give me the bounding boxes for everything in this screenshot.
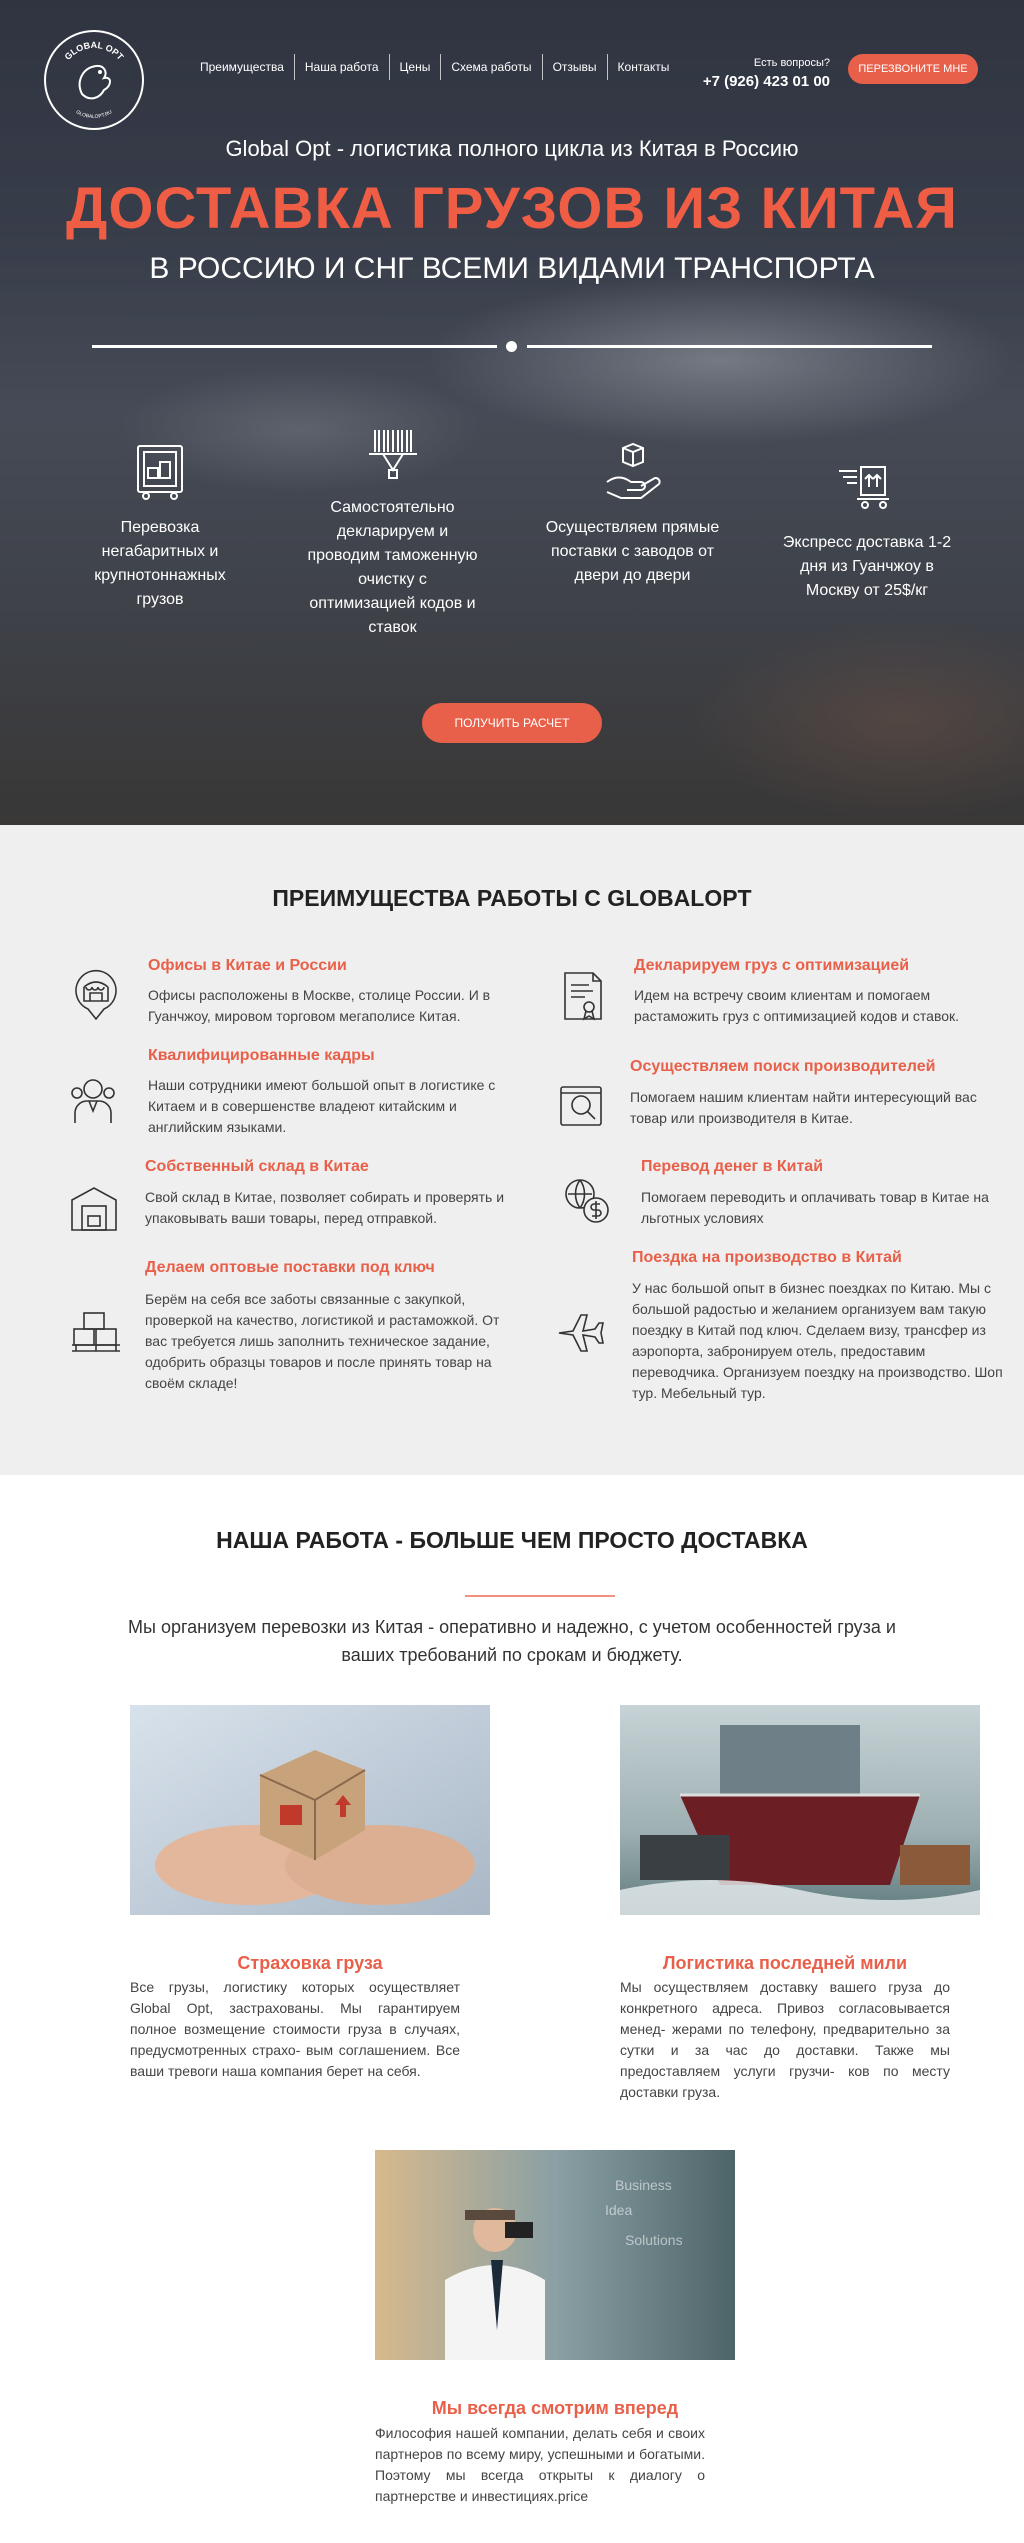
hero-feature-1: Перевозка негабаритных и крупнотоннажных… (80, 440, 240, 612)
hero-feature-4: Экспресс доставка 1-2 дня из Гуанчжоу в … (782, 455, 952, 603)
svg-text:GLOBAL OPT: GLOBAL OPT (63, 40, 126, 62)
our-work-lead: Мы организуем перевозки из Китая - опера… (128, 1617, 896, 1665)
card-last-mile-text: Мы осуществляем доставку вашего груза до… (620, 1979, 950, 2100)
card-insurance-heading: Страховка груза (237, 1953, 383, 1973)
hero-feature-3: Осуществляем прямые поставки с заводов о… (545, 440, 720, 588)
get-quote-button[interactable]: ПОЛУЧИТЬ РАСЧЕТ (422, 703, 602, 743)
nav-reviews[interactable]: Отзывы (543, 54, 608, 80)
our-work-underline (465, 1595, 615, 1597)
phone-number[interactable]: +7 (926) 423 01 00 (680, 73, 830, 90)
pallet-boxes-icon (68, 1303, 124, 1359)
callback-button[interactable]: ПЕРЕЗВОНИТЕ МНЕ (848, 54, 978, 84)
adv-staff-heading: Квалифицированные кадры (148, 1047, 375, 1064)
nav-our-work[interactable]: Наша работа (295, 54, 390, 80)
our-work-title: НАША РАБОТА - БОЛЬШЕ ЧЕМ ПРОСТО ДОСТАВКА (216, 1527, 808, 1553)
photo-word-solutions: Solutions (625, 2232, 683, 2248)
hero-title-secondary: В РОССИЮ И СНГ ВСЕМИ ВИДАМИ ТРАНСПОРТА (149, 252, 875, 285)
svg-text:GLOBALOPT.RU: GLOBALOPT.RU (75, 109, 114, 120)
adv-wholesale-heading: Делаем оптовые поставки под ключ (145, 1259, 435, 1276)
hero-title: ДОСТАВКА ГРУЗОВ ИЗ КИТАЯ (66, 176, 958, 241)
nav-scheme[interactable]: Схема работы (441, 54, 543, 80)
hero-feature-2: Самостоятельно декларируем и проводим та… (305, 420, 480, 640)
nav-prices[interactable]: Цены (390, 54, 442, 80)
adv-wholesale-text: Берём на себя все заботы связанные с зак… (145, 1291, 500, 1391)
advantages-section: ПРЕИМУЩЕСТВА РАБОТЫ С GLOBALOPT Офисы в … (0, 825, 1024, 1475)
hero-feature-3-text: Осуществляем прямые поставки с заводов о… (545, 519, 720, 584)
hero-divider-left (92, 345, 497, 348)
adv-search-heading: Осуществляем поиск производителей (630, 1058, 936, 1075)
box-hand-icon (601, 440, 665, 504)
adv-warehouse-text: Свой склад в Китае, позволяет собирать и… (145, 1189, 505, 1226)
warehouse-icon (66, 1180, 122, 1236)
questions-label: Есть вопросы? (753, 57, 830, 69)
adv-offices-heading: Офисы в Китае и России (148, 957, 347, 974)
hero-section: GLOBAL OPT GLOBALOPT.RU Преимущества Наш… (0, 0, 1024, 825)
fast-delivery-icon (835, 455, 899, 519)
airplane-icon (553, 1303, 609, 1359)
adv-money-text: Помогаем переводить и оплачивать товар в… (641, 1189, 989, 1226)
hero-feature-2-text: Самостоятельно декларируем и проводим та… (307, 499, 478, 636)
main-nav: Преимущества Наша работа Цены Схема рабо… (190, 54, 679, 80)
card-forward-heading: Мы всегда смотрим вперед (431, 2398, 679, 2418)
adv-trip-heading: Поездка на производство в Китай (632, 1249, 902, 1266)
advantages-title: ПРЕИМУЩЕСТВА РАБОТЫ С GLOBALOPT (272, 885, 752, 911)
photo-word-idea: Idea (605, 2202, 632, 2218)
logo[interactable]: GLOBAL OPT GLOBALOPT.RU (44, 30, 144, 130)
hero-feature-1-text: Перевозка негабаритных и крупнотоннажных… (94, 519, 226, 608)
adv-search-text: Помогаем нашим клиентам найти интересующ… (630, 1089, 977, 1126)
our-work-section: НАША РАБОТА - БОЛЬШЕ ЧЕМ ПРОСТО ДОСТАВКА… (0, 1475, 1024, 2543)
adv-money-heading: Перевод денег в Китай (641, 1158, 824, 1175)
adv-offices-text: Офисы расположены в Москве, столице Росс… (148, 987, 491, 1024)
hero-divider-right (527, 345, 932, 348)
hero-feature-4-text: Экспресс доставка 1-2 дня из Гуанчжоу в … (782, 534, 952, 599)
photo-word-business: Business (615, 2177, 672, 2193)
nav-advantages[interactable]: Преимущества (190, 54, 295, 80)
adv-declaration-text: Идем на встречу своим клиентам и помогае… (634, 987, 960, 1024)
look-forward-photo: Business Idea Solutions (375, 2150, 735, 2360)
card-insurance-text: Все грузы, логистику которых осуществляе… (130, 1979, 460, 2079)
adv-declaration-heading: Декларируем груз с оптимизацией (634, 957, 910, 974)
adv-trip-text: У нас большой опыт в бизнес поездках по … (632, 1280, 1003, 1401)
adv-staff-text: Наши сотрудники имеют большой опыт в лог… (148, 1077, 496, 1135)
cargo-icon (128, 440, 192, 504)
adv-warehouse-heading: Собственный склад в Китае (145, 1158, 369, 1175)
market-location-icon (68, 967, 124, 1023)
last-mile-logistics-photo (620, 1705, 980, 1915)
hero-subtitle: Global Opt - логистика полного цикла из … (225, 136, 799, 161)
card-forward-text: Философия нашей компании, делать себя и … (375, 2425, 705, 2504)
card-last-mile-heading: Логистика последней мили (662, 1953, 908, 1973)
search-box-icon (555, 1077, 611, 1133)
cargo-insurance-photo (130, 1705, 490, 1915)
hero-divider-dot (506, 341, 517, 352)
certificate-icon (555, 967, 611, 1023)
nav-contacts[interactable]: Контакты (608, 54, 680, 80)
staff-icon (65, 1073, 121, 1129)
barcode-scanner-icon (361, 420, 425, 484)
eagle-logo-icon: GLOBAL OPT GLOBALOPT.RU (63, 40, 126, 120)
money-transfer-icon (558, 1172, 614, 1228)
